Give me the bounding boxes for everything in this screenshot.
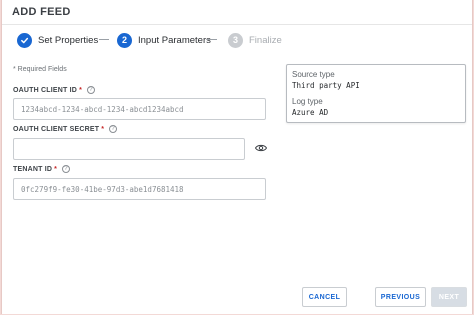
add-feed-dialog: ADD FEED Set Properties 2 Input Paramete… bbox=[1, 0, 473, 314]
step-finalize[interactable]: 3 Finalize bbox=[228, 32, 282, 48]
help-circle-icon[interactable]: ? bbox=[109, 125, 118, 133]
log-type-value: Azure AD bbox=[292, 108, 329, 117]
log-type-label: Log type bbox=[292, 97, 323, 106]
step-label: Set Properties bbox=[38, 34, 99, 46]
required-mark: * bbox=[101, 125, 105, 133]
required-fields-note: * Required Fields bbox=[13, 66, 67, 73]
step-label: Finalize bbox=[249, 34, 282, 46]
tenant-id-label-text: TENANT ID bbox=[13, 165, 53, 173]
eye-icon[interactable] bbox=[255, 143, 267, 153]
source-type-value: Third party API bbox=[292, 81, 360, 90]
client-id-input[interactable] bbox=[13, 98, 266, 120]
required-mark: * bbox=[54, 165, 58, 173]
header-divider bbox=[2, 24, 472, 25]
step-number: 2 bbox=[117, 32, 132, 48]
help-circle-icon[interactable]: ? bbox=[62, 165, 71, 173]
step-label: Input Parameters bbox=[138, 34, 211, 46]
step-connector bbox=[99, 39, 109, 40]
step-number: 3 bbox=[228, 32, 243, 48]
step-connector bbox=[207, 39, 217, 40]
next-button[interactable]: NEXT bbox=[431, 287, 467, 307]
client-secret-label: OAUTH CLIENT SECRET * ? bbox=[13, 125, 118, 133]
checkmark-icon bbox=[17, 32, 32, 48]
dialog-title: ADD FEED bbox=[12, 6, 71, 18]
help-circle-icon[interactable]: ? bbox=[87, 86, 95, 94]
client-secret-label-text: OAUTH CLIENT SECRET bbox=[13, 125, 100, 133]
feed-summary-panel: Source type Third party API Log type Azu… bbox=[286, 64, 466, 123]
required-mark: * bbox=[79, 86, 82, 94]
client-id-label: OAUTH CLIENT ID * ? bbox=[13, 86, 95, 94]
cancel-button[interactable]: CANCEL bbox=[302, 287, 347, 307]
step-set-properties[interactable]: Set Properties bbox=[17, 32, 98, 48]
tenant-id-input[interactable] bbox=[13, 178, 266, 200]
previous-button[interactable]: PREVIOUS bbox=[375, 287, 426, 307]
source-type-label: Source type bbox=[292, 70, 335, 79]
tenant-id-label: TENANT ID * ? bbox=[13, 165, 71, 173]
step-input-parameters[interactable]: 2 Input Parameters bbox=[117, 32, 211, 48]
client-secret-input[interactable] bbox=[13, 138, 245, 160]
client-id-label-text: OAUTH CLIENT ID bbox=[13, 86, 78, 94]
